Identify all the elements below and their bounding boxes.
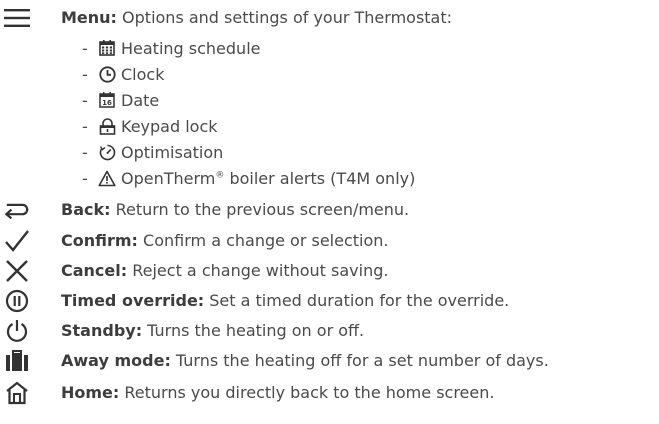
home-icon <box>4 381 30 405</box>
menu-desc: Options and settings of your Thermostat: <box>116 8 453 27</box>
hamburger-menu-icon <box>4 6 30 30</box>
date-16-icon: 16 <box>98 91 116 109</box>
standby-description: Standby: Turns the heating on or off. <box>61 318 364 344</box>
menu-item-heating-schedule: - Heating schedule <box>82 37 260 59</box>
menu-description: Menu: Options and settings of your Therm… <box>61 5 452 31</box>
menu-item-label: Optimisation <box>121 142 224 162</box>
menu-item-label: Keypad lock <box>121 116 218 136</box>
away-mode-desc: Turns the heating off for a set number o… <box>170 351 549 370</box>
menu-item-label: Heating schedule <box>121 38 261 58</box>
list-dash: - <box>82 90 88 110</box>
home-desc: Returns you directly back to the home sc… <box>119 383 495 402</box>
list-dash: - <box>82 168 88 188</box>
timed-override-icon <box>4 289 30 313</box>
back-label: Back: <box>61 200 111 219</box>
clock-icon <box>98 65 116 83</box>
calendar-grid-icon <box>98 39 116 57</box>
list-dash: - <box>82 142 88 162</box>
suitcase-icon <box>4 349 30 373</box>
power-icon <box>4 319 30 343</box>
confirm-label: Confirm: <box>61 231 138 250</box>
back-arrow-icon <box>4 198 30 222</box>
menu-item-label: Date <box>121 90 160 110</box>
back-desc: Return to the previous screen/menu. <box>110 200 410 219</box>
timed-override-description: Timed override: Set a timed duration for… <box>61 288 509 314</box>
padlock-icon <box>98 117 116 135</box>
menu-item-date: - 16 Date <box>82 89 159 111</box>
timed-override-desc: Set a timed duration for the override. <box>204 291 510 310</box>
optimisation-gauge-icon <box>98 143 116 161</box>
timed-override-label: Timed override: <box>61 291 205 310</box>
menu-item-label: OpenTherm® boiler alerts (T4M only) <box>121 169 415 188</box>
cancel-description: Cancel: Reject a change without saving. <box>61 258 388 284</box>
list-dash: - <box>82 64 88 84</box>
checkmark-icon <box>4 229 30 253</box>
away-mode-label: Away mode: <box>61 351 171 370</box>
cancel-label: Cancel: <box>61 261 128 280</box>
standby-label: Standby: <box>61 321 143 340</box>
opentherm-suffix: boiler alerts (T4M only) <box>224 168 416 188</box>
cancel-desc: Reject a change without saving. <box>127 261 389 280</box>
home-label: Home: <box>61 383 120 402</box>
warning-triangle-icon <box>98 169 116 187</box>
menu-item-clock: - Clock <box>82 63 164 85</box>
standby-desc: Turns the heating on or off. <box>142 321 365 340</box>
opentherm-label: OpenTherm <box>121 168 216 188</box>
away-mode-description: Away mode: Turns the heating off for a s… <box>61 348 549 374</box>
back-description: Back: Return to the previous screen/menu… <box>61 197 409 223</box>
confirm-description: Confirm: Confirm a change or selection. <box>61 228 389 254</box>
list-dash: - <box>82 38 88 58</box>
confirm-desc: Confirm a change or selection. <box>137 231 389 250</box>
list-dash: - <box>82 116 88 136</box>
cross-icon <box>4 259 30 283</box>
menu-item-opentherm-alerts: - OpenTherm® boiler alerts (T4M only) <box>82 167 415 189</box>
menu-item-optimisation: - Optimisation <box>82 141 223 163</box>
home-description: Home: Returns you directly back to the h… <box>61 380 494 406</box>
menu-label: Menu: <box>61 8 117 27</box>
svg-text:16: 16 <box>102 99 112 107</box>
menu-item-label: Clock <box>121 64 165 84</box>
menu-item-keypad-lock: - Keypad lock <box>82 115 218 137</box>
